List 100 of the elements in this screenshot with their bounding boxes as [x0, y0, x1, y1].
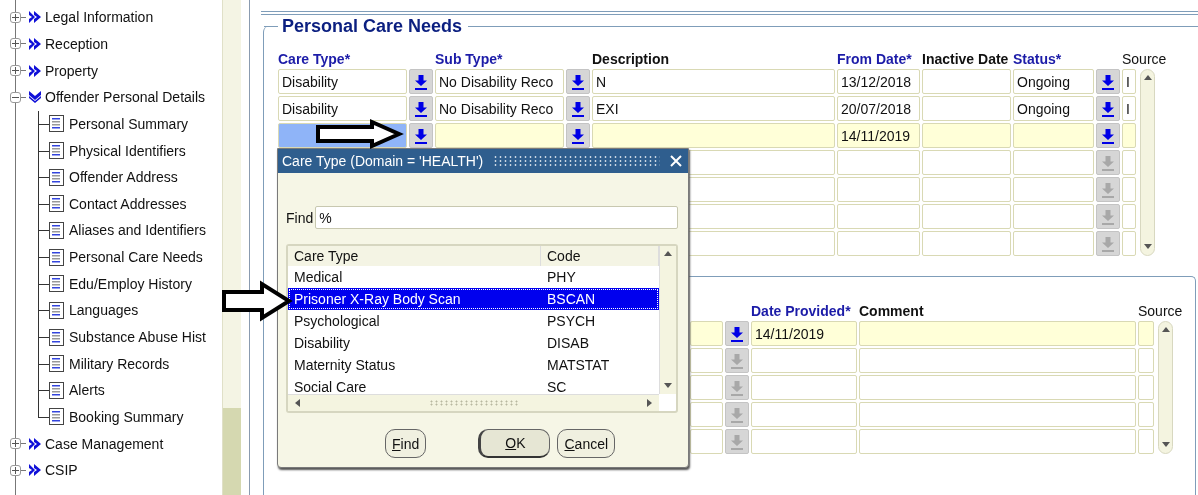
list-of-values-button[interactable] [725, 321, 749, 346]
sub-type-field[interactable]: No Disability Reco [435, 96, 564, 121]
scroll-down-icon[interactable] [1161, 441, 1170, 449]
tree-item[interactable]: Contact Addresses [69, 195, 187, 212]
list-of-values-button[interactable] [566, 69, 590, 94]
description-field[interactable]: N [592, 69, 835, 94]
scrollbar[interactable] [1140, 69, 1155, 256]
tree-item[interactable]: Alerts [69, 382, 105, 399]
sub-type-field[interactable] [435, 123, 564, 148]
tree-item[interactable]: Offender Personal Details [45, 89, 206, 106]
date-provided-field[interactable]: 14/11/2019 [751, 321, 857, 346]
from-date-field[interactable]: 14/11/2019 [837, 123, 920, 148]
status-field[interactable] [1013, 231, 1094, 256]
list-row[interactable]: Psychological PSYCH [288, 310, 659, 332]
comment-field[interactable] [859, 375, 1136, 400]
source-field[interactable] [1138, 402, 1154, 427]
list-row[interactable]: Maternity Status MATSTAT [288, 354, 659, 376]
dialog-button[interactable]: Find [385, 429, 427, 458]
dialog-button[interactable]: OK [478, 429, 551, 458]
scroll-up-icon[interactable] [1161, 326, 1170, 334]
list-of-values-button[interactable] [1096, 96, 1120, 121]
source-field[interactable] [1122, 123, 1136, 148]
tree-item[interactable]: CSIP [45, 462, 78, 479]
status-field[interactable]: Ongoing [1013, 69, 1094, 94]
tree-item[interactable]: Legal Information [45, 9, 154, 26]
tree-item[interactable]: Offender Address [69, 169, 178, 186]
comment-field[interactable] [859, 348, 1136, 373]
title-bar-grip[interactable] [493, 155, 660, 167]
list-of-values-button[interactable] [409, 96, 433, 121]
collapse-toggle[interactable] [10, 91, 21, 103]
sidebar-scrollbar[interactable] [222, 0, 241, 495]
close-icon[interactable] [670, 155, 682, 167]
from-date-field[interactable] [837, 177, 920, 202]
status-field[interactable] [1013, 123, 1094, 148]
source-field[interactable] [1138, 375, 1154, 400]
list-of-values-button[interactable] [566, 96, 590, 121]
comment-field[interactable] [859, 321, 1136, 346]
description-field[interactable]: EXI [592, 96, 835, 121]
source-field[interactable] [1138, 429, 1154, 454]
date-provided-field[interactable] [751, 429, 857, 454]
from-date-field[interactable]: 20/07/2018 [837, 96, 920, 121]
source-field[interactable]: I [1122, 69, 1136, 94]
care-type-field[interactable]: Disability [278, 69, 407, 94]
tree-item[interactable]: Military Records [69, 355, 170, 372]
vertical-scrollbar[interactable] [659, 246, 676, 394]
expand-toggle[interactable] [10, 11, 21, 23]
list-of-values-button[interactable] [566, 123, 590, 148]
from-date-field[interactable] [837, 231, 920, 256]
tree-item[interactable]: Reception [45, 35, 109, 52]
date-provided-field[interactable] [751, 348, 857, 373]
scroll-left-icon[interactable] [294, 399, 302, 407]
list-row[interactable]: Social Care SC [288, 376, 659, 394]
comment-field[interactable] [859, 402, 1136, 427]
scroll-down-icon[interactable] [1143, 243, 1152, 251]
tree-item[interactable]: Edu/Employ History [69, 275, 192, 292]
list-row[interactable]: Disability DISAB [288, 332, 659, 354]
table-field[interactable] [690, 321, 723, 346]
date-provided-field[interactable] [751, 402, 857, 427]
expand-toggle[interactable] [10, 464, 21, 476]
from-date-field[interactable] [837, 150, 920, 175]
tree-item[interactable]: Personal Summary [69, 115, 189, 132]
source-field[interactable] [1122, 204, 1136, 229]
date-provided-field[interactable] [751, 375, 857, 400]
source-field[interactable] [1122, 231, 1136, 256]
source-field[interactable]: I [1122, 96, 1136, 121]
source-field[interactable] [1122, 177, 1136, 202]
tree-item[interactable]: Booking Summary [69, 408, 184, 425]
scrollbar[interactable] [1158, 321, 1173, 454]
table-field[interactable] [690, 402, 723, 427]
tree-item[interactable]: Physical Identifiers [69, 142, 186, 159]
tree-item[interactable]: Substance Abuse Hist [69, 329, 206, 345]
sub-type-field[interactable]: No Disability Reco [435, 69, 564, 94]
horizontal-scrollbar[interactable] [288, 394, 659, 411]
scroll-up-icon[interactable] [664, 250, 672, 258]
tree-item[interactable]: Personal Care Needs [69, 249, 203, 266]
from-date-field[interactable]: 13/12/2018 [837, 69, 920, 94]
tree-item[interactable]: Aliases and Identifiers [69, 222, 206, 239]
source-field[interactable] [1122, 150, 1136, 175]
status-field[interactable] [1013, 204, 1094, 229]
comment-field[interactable] [859, 429, 1136, 454]
expand-toggle[interactable] [10, 438, 21, 450]
list-of-values-button[interactable] [1096, 69, 1120, 94]
table-field[interactable] [690, 375, 723, 400]
source-field[interactable] [1138, 348, 1154, 373]
tree-item[interactable]: Property [45, 62, 98, 79]
scroll-up-icon[interactable] [1143, 74, 1152, 82]
tree-item[interactable]: Languages [69, 302, 139, 319]
source-field[interactable] [1138, 321, 1154, 346]
list-row[interactable]: Prisoner X-Ray Body Scan BSCAN [288, 288, 659, 310]
list-row[interactable]: Medical PHY [288, 266, 659, 288]
find-field[interactable]: % [315, 206, 679, 229]
scroll-right-icon[interactable] [645, 399, 653, 407]
from-date-field[interactable] [837, 204, 920, 229]
expand-toggle[interactable] [10, 38, 21, 50]
list-of-values-button[interactable] [1096, 123, 1120, 148]
column-header[interactable]: Care Type [288, 246, 541, 266]
expand-toggle[interactable] [10, 65, 21, 77]
dialog-button[interactable]: Cancel [557, 429, 616, 458]
description-field[interactable] [592, 123, 835, 148]
status-field[interactable]: Ongoing [1013, 96, 1094, 121]
